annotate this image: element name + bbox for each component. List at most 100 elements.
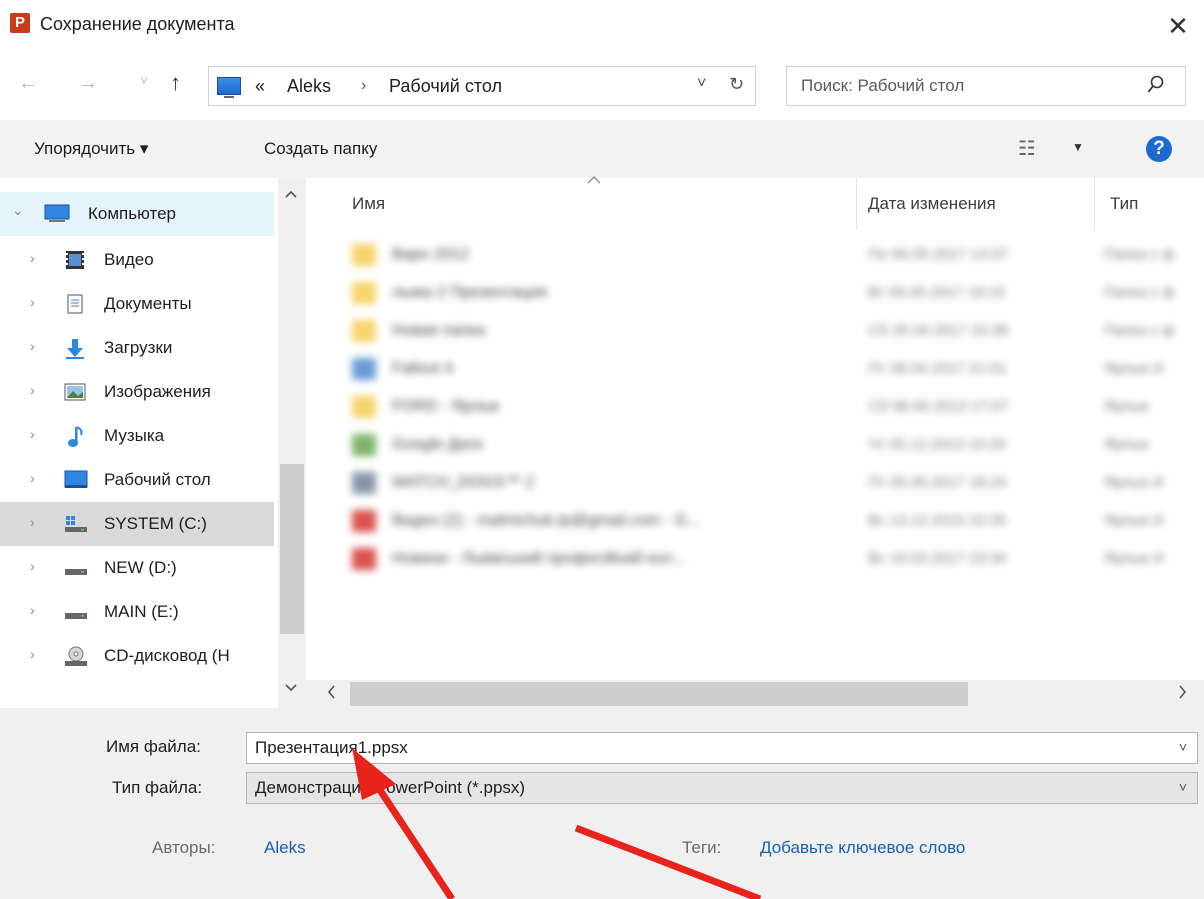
chevron-down-icon[interactable]: ˅ [1179,779,1187,795]
file-date: Вс 13.12.2015 22:35 [868,512,1007,529]
column-header-name[interactable]: Имя [352,194,385,214]
scrollbar-thumb[interactable] [280,464,304,634]
chevron-down-icon[interactable]: ˅ [1179,739,1187,755]
tree-item-new-d[interactable]: › NEW (D:) [0,546,274,590]
file-type: Ярлык И [1104,512,1164,529]
tree-item-desktop[interactable]: › Рабочий стол [0,458,274,502]
documents-icon [64,294,86,314]
column-divider[interactable] [1094,178,1095,230]
filetype-label: Тип файла: [112,778,203,797]
file-icon [352,472,376,494]
file-name: Fallout 4 [392,360,454,377]
file-row[interactable]: WATCH_DOGS™ 2 Пт 05.05.2017 18:24 Ярлык И [306,464,1204,502]
close-button[interactable]: ✕ [1156,6,1200,46]
file-icon [352,320,376,342]
column-header-date[interactable]: Дата изменения [868,194,996,214]
file-type: Ярлык И [1104,550,1164,567]
up-button[interactable]: ↑ [170,70,181,96]
collapsed-chevron-icon[interactable]: › [30,294,35,310]
search-icon[interactable] [1147,75,1165,100]
scroll-down-icon[interactable] [284,682,298,696]
collapsed-chevron-icon[interactable]: › [30,602,35,618]
tree-label-desktop: Рабочий стол [104,470,211,489]
file-name: Google Диск [392,436,483,453]
address-dropdown-icon[interactable]: ˅ [697,75,706,93]
tree-label-music: Музыка [104,426,165,445]
expanded-chevron-icon[interactable]: ⌄ [12,202,24,219]
tree-item-main-e[interactable]: › MAIN (E:) [0,590,274,634]
breadcrumb-desktop[interactable]: Рабочий стол [389,76,502,97]
collapsed-chevron-icon[interactable]: › [30,338,35,354]
file-icon [352,244,376,266]
title-bar: P Сохранение документа ✕ [0,0,1204,58]
file-list-horizontal-scrollbar[interactable] [306,680,1204,708]
scroll-right-icon[interactable] [1178,684,1188,705]
file-row[interactable]: Новини - Львівський професійний кол... Вс… [306,540,1204,578]
tree-item-computer[interactable]: ⌄ Компьютер [0,192,274,236]
view-dropdown-icon[interactable]: ▼ [1072,140,1084,154]
file-type: Папка с ф [1104,322,1175,339]
filetype-value[interactable]: Демонстрация PowerPoint (*.ppsx) [255,778,525,798]
breadcrumb-separator[interactable]: › [361,77,366,95]
scroll-up-icon[interactable] [284,188,298,202]
tree-item-pictures[interactable]: › Изображения [0,370,274,414]
collapsed-chevron-icon[interactable]: › [30,426,35,442]
recent-locations-button[interactable]: ˅ [140,72,148,88]
breadcrumb-aleks[interactable]: Aleks [287,76,331,97]
file-row[interactable]: Новая папка Сб 29.04.2017 10:36 Папка с ф [306,312,1204,350]
address-bar[interactable]: « Aleks › Рабочий стол ˅ ↻ [208,66,756,106]
tree-label-computer: Компьютер [88,204,176,223]
file-name: лыжа 2 Презентация [392,284,547,301]
file-name: Видео (2) - malmichuk.tp@gmail.com - G..… [392,512,701,529]
search-box[interactable] [786,66,1186,106]
refresh-icon[interactable]: ↻ [729,74,744,95]
back-button[interactable]: ← [18,72,38,95]
column-header-type[interactable]: Тип [1110,194,1138,214]
file-row[interactable]: Google Диск Чт 05.12.2013 10:20 Ярлык [306,426,1204,464]
file-name: Новини - Львівський професійний кол... [392,550,686,567]
desktop-icon [64,470,88,490]
view-options-icon[interactable]: ☷ [1018,136,1036,161]
tree-item-system-c[interactable]: › SYSTEM (C:) [0,502,274,546]
filetype-select[interactable]: Демонстрация PowerPoint (*.ppsx) ˅ [246,772,1198,804]
file-row[interactable]: Видео (2) - malmichuk.tp@gmail.com - G..… [306,502,1204,540]
new-folder-button[interactable]: Создать папку [264,139,377,159]
file-row[interactable]: Варн 2012 Пн 06.05.2017 14:07 Папка с ф [306,236,1204,274]
help-icon[interactable]: ? [1146,136,1172,162]
tree-item-downloads[interactable]: › Загрузки [0,326,274,370]
collapsed-chevron-icon[interactable]: › [30,558,35,574]
tree-item-video[interactable]: › Видео [0,238,274,282]
breadcrumb-overflow[interactable]: « [255,76,265,97]
navigation-pane-scrollbar[interactable] [278,178,306,708]
dialog-title: Сохранение документа [40,14,235,34]
downloads-icon [64,338,86,359]
tree-label-video: Видео [104,250,154,269]
authors-value-link[interactable]: Aleks [264,838,306,858]
filename-field[interactable]: Презентация1.ppsx ˅ [246,732,1198,764]
file-row[interactable]: лыжа 2 Презентация Вт 09.05.2017 19:15 Пап… [306,274,1204,312]
collapsed-chevron-icon[interactable]: › [30,250,35,266]
column-divider[interactable] [856,178,857,230]
collapsed-chevron-icon[interactable]: › [30,470,35,486]
file-icon [352,282,376,304]
collapsed-chevron-icon[interactable]: › [30,382,35,398]
organize-button[interactable]: Упорядочить ▾ [34,139,148,159]
forward-button[interactable]: → [78,72,98,95]
file-row[interactable]: Fallout 4 Пт 28.04.2017 21:01 Ярлык И [306,350,1204,388]
filename-value[interactable]: Презентация1.ppsx [255,738,408,758]
collapsed-chevron-icon[interactable]: › [30,514,35,530]
tree-item-music[interactable]: › Музыка [0,414,274,458]
tags-value-link[interactable]: Добавьте ключевое слово [760,838,965,858]
tree-label-downloads: Загрузки [104,338,173,357]
file-row[interactable]: FORD - Ярлык Сб 08.06.2013 17:07 Ярлык [306,388,1204,426]
authors-label: Авторы: [152,838,216,857]
tree-item-cd-drive[interactable]: › CD-дисковод (H [0,634,274,678]
search-input[interactable] [801,75,1131,97]
tree-item-documents[interactable]: › Документы [0,282,274,326]
scrollbar-thumb[interactable] [350,682,968,706]
tree-label-main-e: MAIN (E:) [104,602,179,621]
scroll-left-icon[interactable] [326,684,336,705]
computer-icon [217,77,241,98]
collapsed-chevron-icon[interactable]: › [30,646,35,662]
file-name: FORD - Ярлык [392,398,500,415]
